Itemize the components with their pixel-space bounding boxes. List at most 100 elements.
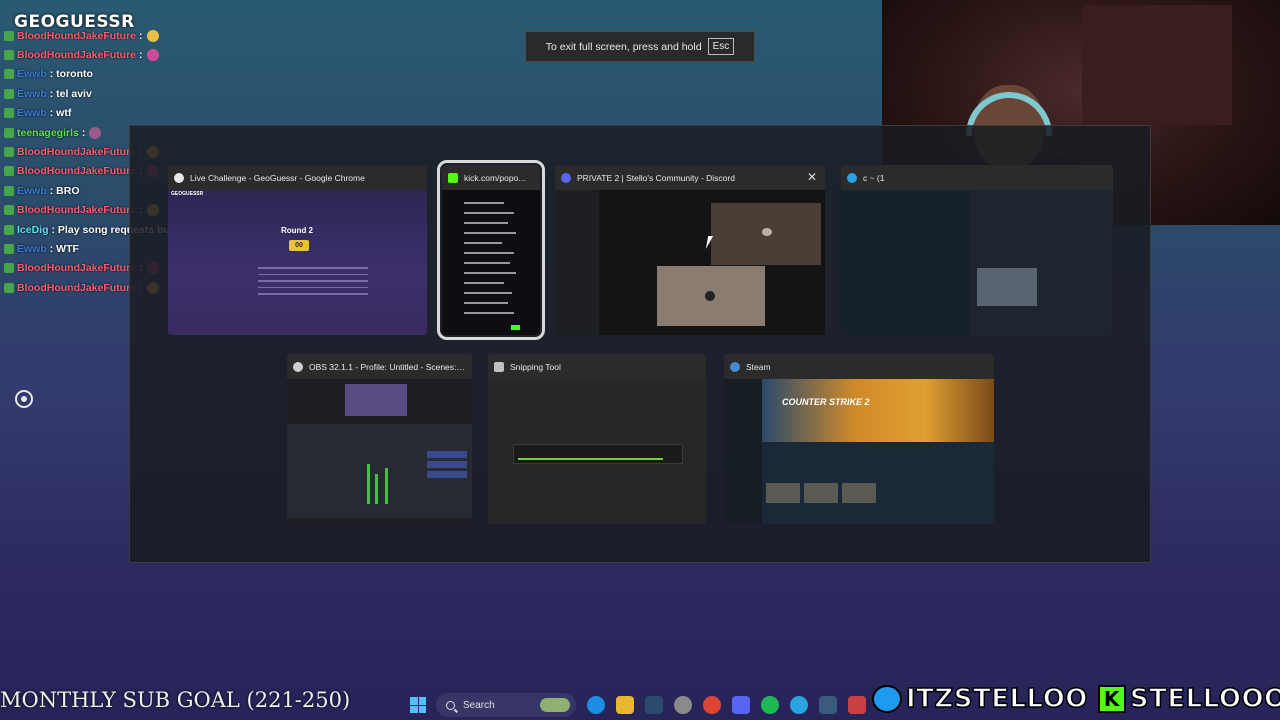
window-title: Snipping Tool	[510, 361, 561, 372]
task-switcher: Live Challenge - GeoGuessr - Google Chro…	[129, 125, 1151, 563]
fullscreen-toast: To exit full screen, press and hold Esc	[525, 31, 755, 62]
chat-message: BloodHoundJakeFuture:	[4, 45, 170, 64]
window-thumbnail	[442, 190, 540, 335]
window-title: Live Challenge - GeoGuessr - Google Chro…	[190, 172, 365, 183]
chat-username[interactable]: BloodHoundJakeFuture	[17, 204, 136, 216]
toast-text: To exit full screen, press and hold	[545, 40, 702, 53]
chat-username[interactable]: BloodHoundJakeFuture	[17, 262, 136, 274]
user-badge-icon	[4, 263, 14, 274]
game-title: COUNTER STRIKE 2	[782, 397, 870, 407]
chat-username[interactable]: BloodHoundJakeFuture	[17, 282, 136, 294]
window-title: kick.com/popo...	[464, 172, 526, 183]
spotify-icon[interactable]	[761, 696, 779, 714]
window-steam[interactable]: Steam COUNTER STRIKE 2	[724, 354, 994, 524]
windows-start-icon[interactable]	[410, 697, 426, 713]
esc-key-hint: Esc	[707, 38, 735, 55]
snipping-tool-icon	[494, 361, 504, 372]
user-badge-icon	[4, 108, 14, 119]
window-title-bar: Snipping Tool	[488, 354, 706, 379]
telegram-icon	[847, 172, 857, 183]
chrome-taskbar-icon[interactable]	[703, 696, 721, 714]
window-thumbnail: GEOGUESSR Round 2 00	[168, 190, 427, 335]
user-badge-icon	[4, 205, 14, 216]
chat-username[interactable]: BloodHoundJakeFuture	[17, 49, 136, 61]
chat-username[interactable]: IceDig	[17, 224, 49, 236]
chat-emote-icon	[146, 29, 159, 42]
window-telegram[interactable]: c ~ (1	[841, 165, 1113, 335]
window-thumbnail	[287, 379, 472, 524]
chat-message-text: :	[81, 126, 86, 139]
steam-taskbar-icon[interactable]	[645, 696, 663, 714]
kick-logo-icon: K	[1097, 685, 1126, 713]
round-label: Round 2	[281, 226, 313, 235]
chat-message-text: : toronto	[49, 68, 93, 81]
chat-message: Ewwb: wtf	[4, 104, 170, 123]
chat-message-text: : tel aviv	[49, 87, 92, 100]
window-discord[interactable]: PRIVATE 2 | Stello's Community - Discord…	[555, 165, 825, 335]
social-handles: ITZSTELLOO K STELLOOO	[872, 680, 1280, 718]
avatar	[705, 291, 715, 301]
library-sidebar	[724, 379, 762, 524]
steam-icon-2[interactable]	[819, 696, 837, 714]
window-thumbnail: COUNTER STRIKE 2	[724, 379, 994, 524]
chat-username[interactable]: Ewwb	[17, 107, 47, 119]
user-badge-icon	[4, 146, 14, 157]
avatar	[762, 228, 772, 236]
chat-username[interactable]: BloodHoundJakeFuture	[17, 146, 136, 158]
round-timer: 00	[289, 240, 309, 251]
obs-icon	[293, 361, 303, 372]
chat-username[interactable]: Ewwb	[17, 185, 47, 197]
window-title-bar: kick.com/popo...	[442, 165, 540, 190]
window-thumbnail	[488, 379, 706, 524]
window-title-bar: Steam	[724, 354, 994, 379]
user-badge-icon	[4, 185, 14, 196]
close-window-icon[interactable]: ✕	[805, 170, 819, 184]
chat-message: Ewwb: tel aviv	[4, 84, 170, 103]
game-hero-banner	[762, 379, 994, 442]
user-badge-icon	[4, 69, 14, 80]
taskbar-search[interactable]: Search	[436, 693, 576, 717]
telegram-taskbar-icon[interactable]	[790, 696, 808, 714]
wall-panel	[1082, 5, 1232, 125]
chat-username[interactable]: Ewwb	[17, 68, 47, 80]
window-title-bar: Live Challenge - GeoGuessr - Google Chro…	[168, 165, 427, 190]
settings-gear-icon[interactable]	[15, 390, 33, 408]
chat-emote-icon	[146, 48, 159, 61]
kick-handle: STELLOOO	[1129, 683, 1280, 715]
twitter-icon	[872, 685, 902, 713]
search-label: Search	[463, 699, 495, 711]
chat-message: BloodHoundJakeFuture:	[4, 26, 170, 45]
search-icon	[446, 700, 455, 710]
leaderboard-rows	[258, 262, 368, 300]
chat-username[interactable]: BloodHoundJakeFuture	[17, 30, 136, 42]
progress-bar	[518, 458, 663, 460]
discord-taskbar-icon[interactable]	[732, 696, 750, 714]
twitter-handle: ITZSTELLOO	[905, 683, 1088, 715]
window-obs[interactable]: OBS 32.1.1 - Profile: Untitled - Scenes:…	[287, 354, 472, 524]
snipping-tool-taskbar-icon[interactable]	[848, 696, 866, 714]
chat-send-button	[511, 325, 520, 330]
user-badge-icon	[4, 30, 14, 41]
steam-icon	[730, 361, 740, 372]
window-snipping-tool[interactable]: Snipping Tool	[488, 354, 706, 524]
window-title: PRIVATE 2 | Stello's Community - Discord	[577, 172, 735, 183]
user-badge-icon	[4, 282, 14, 293]
user-badge-icon	[4, 224, 14, 235]
edge-icon[interactable]	[587, 696, 605, 714]
file-explorer-icon[interactable]	[616, 696, 634, 714]
preview-canvas	[345, 384, 407, 416]
window-thumbnail	[555, 190, 825, 335]
window-title: c ~ (1	[863, 172, 885, 183]
chat-username[interactable]: Ewwb	[17, 88, 47, 100]
obs-taskbar-icon[interactable]	[674, 696, 692, 714]
channel-sidebar	[555, 190, 599, 335]
chat-username[interactable]: teenagegirls	[17, 127, 79, 139]
chat-message: Ewwb: toronto	[4, 65, 170, 84]
chat-username[interactable]: Ewwb	[17, 243, 47, 255]
search-highlight-icon	[540, 698, 570, 712]
chat-username[interactable]: BloodHoundJakeFuture	[17, 165, 136, 177]
window-kick[interactable]: kick.com/popo...	[437, 160, 545, 340]
window-chrome-geoguessr[interactable]: Live Challenge - GeoGuessr - Google Chro…	[168, 165, 427, 335]
user-badge-icon	[4, 49, 14, 60]
user-badge-icon	[4, 127, 14, 138]
